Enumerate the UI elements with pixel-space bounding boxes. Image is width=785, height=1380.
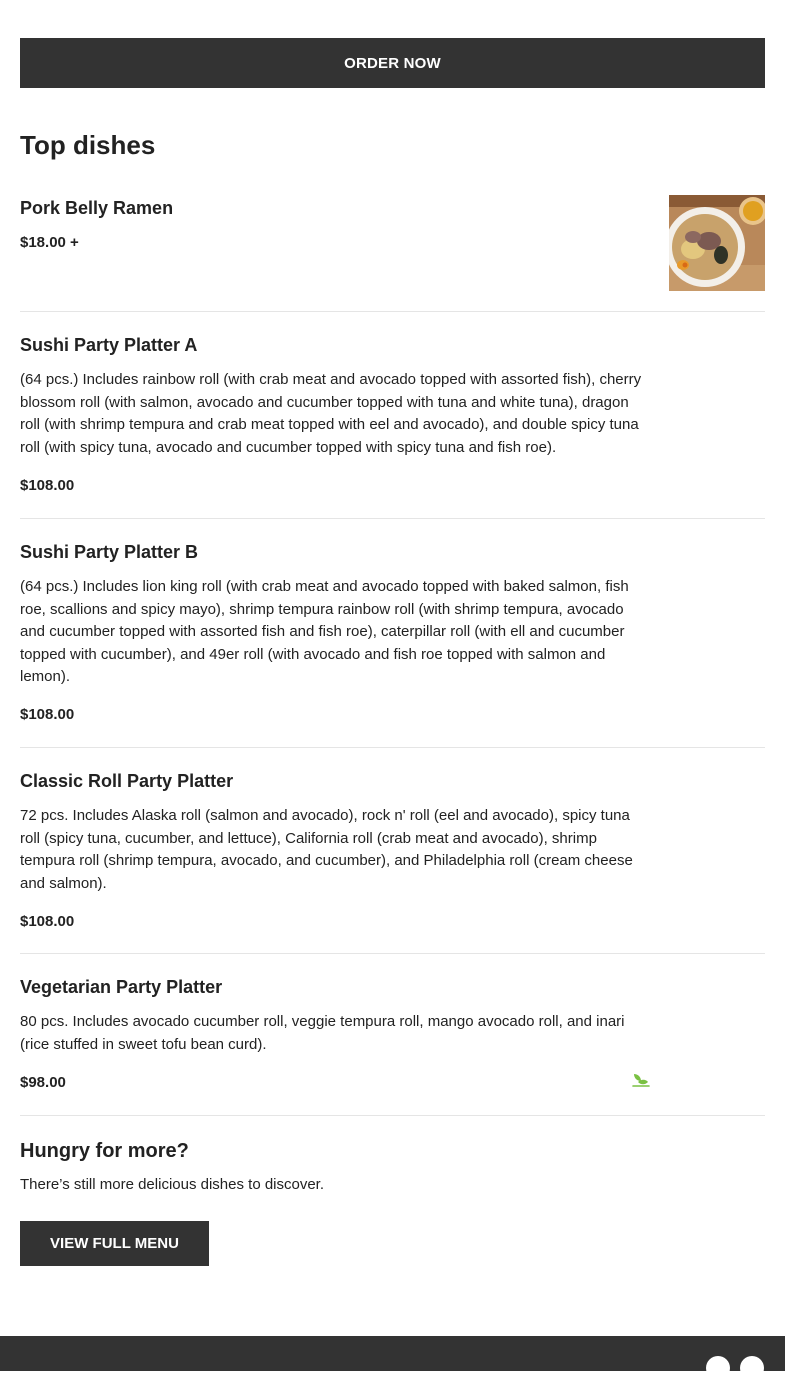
order-now-button[interactable]: ORDER NOW (20, 38, 765, 88)
dish-price: $18.00 + (20, 234, 79, 251)
dish-price: $108.00 (20, 913, 75, 930)
view-full-menu-button[interactable]: VIEW FULL MENU (20, 1221, 209, 1266)
dish-name[interactable]: Pork Belly Ramen (20, 198, 173, 219)
divider (20, 518, 765, 519)
dish-price: $108.00 (20, 706, 75, 723)
dish-price: $98.00 (20, 1074, 66, 1091)
dish-description: 72 pcs. Includes Alaska roll (salmon and… (20, 807, 633, 892)
divider (20, 1115, 765, 1116)
top-dishes-title: Top dishes (20, 130, 156, 160)
divider (20, 953, 765, 954)
divider (20, 311, 765, 312)
footer (0, 1336, 785, 1380)
dish-description: (64 pcs.) Includes rainbow roll (with cr… (20, 371, 642, 456)
dish-name[interactable]: Classic Roll Party Platter (20, 771, 233, 792)
dish-name[interactable]: Vegetarian Party Platter (20, 977, 222, 998)
social-icon[interactable] (706, 1356, 730, 1380)
hungry-for-more-text: There’s still more delicious dishes to d… (20, 1176, 325, 1193)
vegetarian-leaf-icon (632, 1074, 650, 1087)
social-icon[interactable] (740, 1356, 764, 1380)
dish-name[interactable]: Sushi Party Platter B (20, 542, 198, 563)
dish-photo[interactable] (669, 195, 765, 291)
dish-description: (64 pcs.) Includes lion king roll (with … (20, 578, 629, 685)
dish-price: $108.00 (20, 477, 75, 494)
ramen-photo (669, 195, 765, 291)
dish-name[interactable]: Sushi Party Platter A (20, 335, 197, 356)
divider (20, 747, 765, 748)
dish-description: 80 pcs. Includes avocado cucumber roll, … (20, 1013, 625, 1053)
hungry-for-more-title: Hungry for more? (20, 1140, 189, 1162)
